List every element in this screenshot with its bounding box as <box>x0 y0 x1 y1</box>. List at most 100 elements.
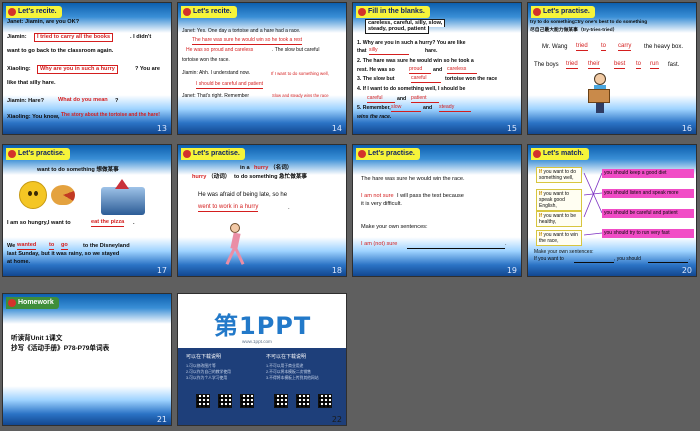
match-right-item[interactable]: you should be careful and patient <box>602 209 694 218</box>
slide-number: 13 <box>156 124 167 133</box>
qr-code-icon <box>274 394 288 408</box>
match-right-item[interactable]: you should try to run very fast <box>602 229 694 238</box>
info-line: 3.不得将本模板上传到其他网站 <box>266 376 319 380</box>
answer-blank[interactable] <box>574 262 614 263</box>
ppt-logo: 第1PPT <box>214 312 312 340</box>
slide-18[interactable]: Let's practise. in a hurry （名词） hurry （动… <box>177 144 347 277</box>
slide-number: 22 <box>331 415 342 424</box>
answer-text: steady <box>439 104 471 112</box>
answer-text: I am (not) sure <box>361 241 398 247</box>
question: 2. The hare was sure he would win so he … <box>357 58 474 64</box>
answer-text: The hare was sure he would win so he too… <box>192 37 303 45</box>
answer-text: What do you mean <box>58 97 108 103</box>
question: 4. If I want to do something well, I sho… <box>357 86 466 92</box>
slide-badge: Let's practise. <box>356 148 420 160</box>
question: that <box>357 48 367 54</box>
question: and <box>433 67 443 73</box>
sentence-text: If you want to <box>534 256 564 262</box>
dialog-line: Janet: Yes. One day a tortoise and a har… <box>182 28 301 34</box>
question: 3. The slow but <box>357 76 395 82</box>
slide-16[interactable]: Let's practise. try to do something=try … <box>527 2 697 135</box>
answer-text: If I want to do something well, <box>271 71 329 76</box>
slide-15[interactable]: Fill in the blanks. careless, careful, s… <box>352 2 522 135</box>
sentence-text: , you should <box>614 256 641 262</box>
sentence-text: it is very difficult. <box>361 201 402 207</box>
question: 1. Why are you in such a hurry? You are … <box>357 40 466 46</box>
answer-text: go <box>61 242 68 250</box>
match-right-item[interactable]: you should keep a good diet <box>602 169 694 178</box>
logo-subtitle: www.1ppt.com <box>242 339 272 344</box>
slide-22[interactable]: 第1PPT www.1ppt.com 可以在下载说明 不可以在下载说明 1.可以… <box>177 293 347 426</box>
qr-code-icon <box>318 394 332 408</box>
dialog-line: ? <box>115 98 119 104</box>
dialog-line: . The slow but careful <box>272 47 320 53</box>
question: 5. Remember, <box>357 105 391 111</box>
dialog-line: ? You are <box>135 66 160 72</box>
answer-text: wanted <box>17 242 37 250</box>
answer-text: proud <box>409 66 431 74</box>
slide-21[interactable]: Homework 听读背Unit 1课文 抄写《活动手册》P78-P79单词表 … <box>2 293 172 426</box>
slide-19[interactable]: Let's practise. The hare was sure he wou… <box>352 144 522 277</box>
answer-text: to <box>49 242 55 250</box>
sentence-text: last Sunday, but it was rainy, so we sta… <box>7 251 120 257</box>
slide-badge: Let's practise. <box>531 6 595 18</box>
sentence-text: at home. <box>7 259 31 265</box>
answer-text: Why are you in such a hurry <box>37 65 118 74</box>
info-line: 1.可以修改图片等 <box>186 364 216 368</box>
dialog-speaker: Jiamin: <box>7 34 27 40</box>
answer-text: tried <box>576 43 588 51</box>
slide-badge: Let's recite. <box>6 6 62 18</box>
dialog-line: Xiaoling: You know, <box>7 114 60 120</box>
disneyland-castle-image <box>101 187 145 215</box>
question: hare. <box>425 48 438 54</box>
sentence-text: fast. <box>668 62 680 68</box>
match-right-item[interactable]: you should listen and speak more <box>602 189 694 198</box>
sentence-text: . <box>689 256 691 262</box>
hungry-face-image <box>19 181 47 209</box>
slide-17[interactable]: Let's practise. want to do something 想做某… <box>2 144 172 277</box>
slide-14[interactable]: Let's recite. Janet: Yes. One day a tort… <box>177 2 347 135</box>
slide-badge: Let's recite. <box>181 6 237 18</box>
slide-20[interactable]: Let's match. If you want to do something… <box>527 144 697 277</box>
question: wins the race. <box>357 114 392 120</box>
phrase-definition: （名词） <box>270 165 293 171</box>
dialog-line: Janet: That's right. Remember <box>182 93 250 99</box>
slide-number: 21 <box>156 415 167 424</box>
slide-number: 20 <box>681 266 692 275</box>
answer-text: careless <box>447 66 477 74</box>
dialog-line: want to go back to the classroom again. <box>7 48 114 54</box>
answer-text: to <box>601 43 607 51</box>
slide-13[interactable]: Let's recite. Janet: Jiamin, are you OK?… <box>2 2 172 135</box>
homework-text: 抄写《活动手册》P78-P79单词表 <box>11 345 110 352</box>
info-line: 1.不可以用于商业用途 <box>266 364 304 368</box>
question: and <box>423 105 433 111</box>
slide-number: 17 <box>156 266 167 275</box>
answer-text: run <box>650 61 659 69</box>
slide-number: 19 <box>506 266 517 275</box>
phrase-definition: （动词） <box>208 174 231 180</box>
dialog-line: Janet: Jiamin, are you OK? <box>7 19 80 25</box>
running-man-image <box>225 223 245 267</box>
answer-text: to <box>636 61 642 69</box>
sentence-text: The hare was sure he would win the race. <box>361 176 465 182</box>
dialog-line: Jiamin: Ahh. I understand now. <box>182 70 251 76</box>
info-line: 2.不可以将本模板二次销售 <box>266 370 311 374</box>
slide-badge: Let's practise. <box>6 148 70 160</box>
slide-number: 18 <box>331 266 342 275</box>
answer-blank[interactable] <box>648 262 688 263</box>
answer-text: eat the pizza <box>91 219 125 227</box>
slide-badge: Let's practise. <box>181 148 245 160</box>
dialog-line: Jiamin: Hare? <box>7 98 44 104</box>
sentence-text: to the Disneyland <box>83 243 130 249</box>
answer-text: The story about the tortoise and the har… <box>61 112 160 118</box>
answer-text: best <box>614 61 626 69</box>
sentence-text: He was afraid of being late, so he <box>198 192 288 198</box>
question: tortoise won the race <box>445 76 498 82</box>
sentence-text: Mr. Wang <box>542 44 568 50</box>
answer-blank[interactable] <box>407 248 505 249</box>
answer-text: He was so proud and careless <box>186 47 254 53</box>
sentence-text: . <box>505 241 507 247</box>
phrase-definition: to do something 急忙做某事 <box>234 174 308 180</box>
qr-code-icon <box>240 394 254 408</box>
phrase-definition: in a <box>240 165 250 171</box>
